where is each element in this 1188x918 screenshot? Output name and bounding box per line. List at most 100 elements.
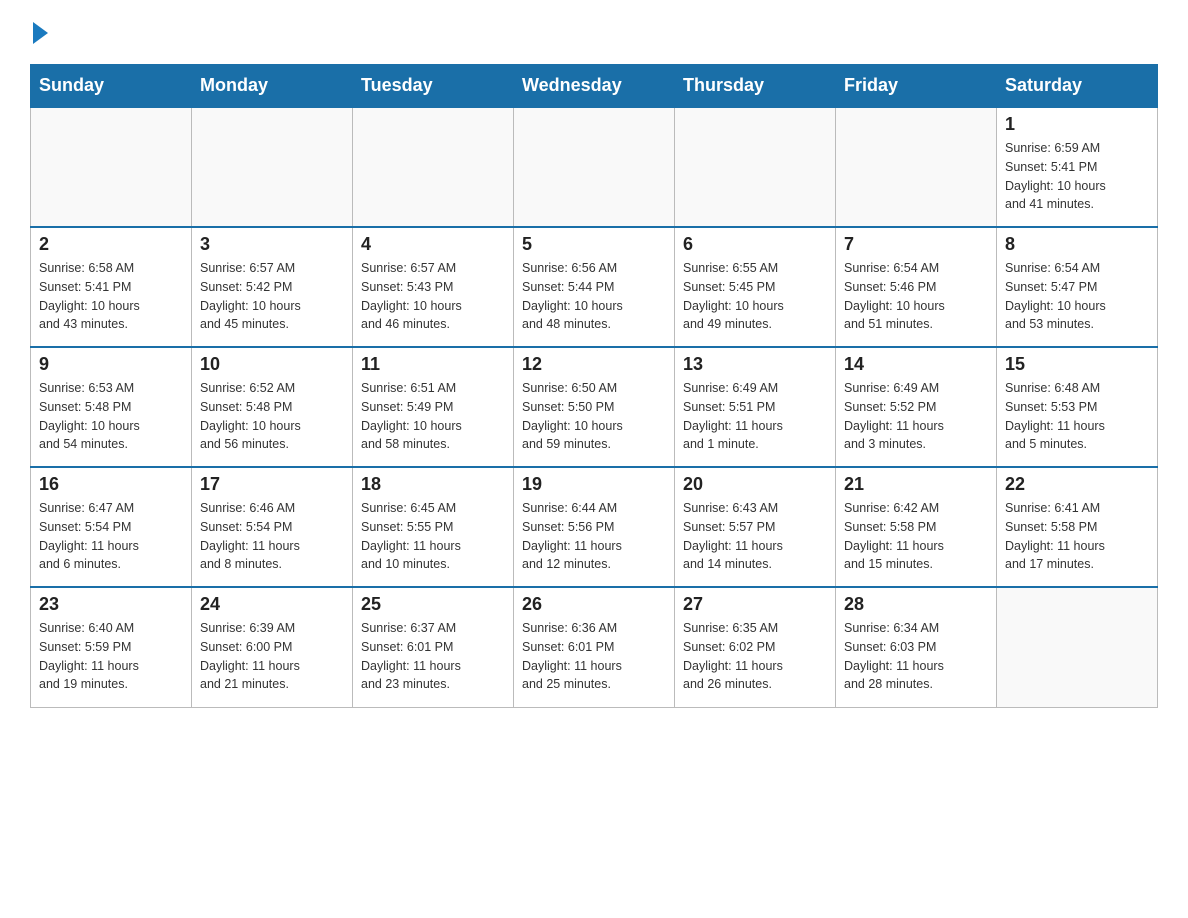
calendar-cell <box>31 107 192 227</box>
calendar-cell: 16 Sunrise: 6:47 AM Sunset: 5:54 PM Dayli… <box>31 467 192 587</box>
day-info: Sunrise: 6:40 AM Sunset: 5:59 PM Dayligh… <box>39 619 183 694</box>
calendar-cell: 1 Sunrise: 6:59 AM Sunset: 5:41 PM Daylig… <box>997 107 1158 227</box>
calendar-cell: 13 Sunrise: 6:49 AM Sunset: 5:51 PM Dayli… <box>675 347 836 467</box>
calendar-week-5: 23Sunrise: 6:40 AM Sunset: 5:59 PM Dayli… <box>31 587 1158 707</box>
day-info: Sunrise: 6:54 AM Sunset: 5:46 PM Dayligh… <box>844 259 988 334</box>
day-number: 5 <box>522 234 666 255</box>
day-info: Sunrise: 6:55 AM Sunset: 5:45 PM Dayligh… <box>683 259 827 334</box>
day-info: Sunrise: 6:57 AM Sunset: 5:43 PM Dayligh… <box>361 259 505 334</box>
logo-arrow-icon <box>33 22 48 44</box>
day-info: Sunrise: 6:53 AM Sunset: 5:48 PM Dayligh… <box>39 379 183 454</box>
weekday-header-row: SundayMondayTuesdayWednesdayThursdayFrid… <box>31 65 1158 108</box>
calendar-cell <box>675 107 836 227</box>
day-number: 12 <box>522 354 666 375</box>
calendar-week-2: 2 Sunrise: 6:58 AM Sunset: 5:41 PM Daylig… <box>31 227 1158 347</box>
day-number: 10 <box>200 354 344 375</box>
calendar-week-1: 1 Sunrise: 6:59 AM Sunset: 5:41 PM Daylig… <box>31 107 1158 227</box>
day-number: 7 <box>844 234 988 255</box>
day-info: Sunrise: 6:35 AM Sunset: 6:02 PM Dayligh… <box>683 619 827 694</box>
day-number: 8 <box>1005 234 1149 255</box>
day-info: Sunrise: 6:52 AM Sunset: 5:48 PM Dayligh… <box>200 379 344 454</box>
calendar-cell: 12 Sunrise: 6:50 AM Sunset: 5:50 PM Dayli… <box>514 347 675 467</box>
day-info: Sunrise: 6:58 AM Sunset: 5:41 PM Dayligh… <box>39 259 183 334</box>
day-number: 2 <box>39 234 183 255</box>
day-number: 26 <box>522 594 666 615</box>
calendar-cell: 21Sunrise: 6:42 AM Sunset: 5:58 PM Dayli… <box>836 467 997 587</box>
day-info: Sunrise: 6:50 AM Sunset: 5:50 PM Dayligh… <box>522 379 666 454</box>
calendar-cell <box>192 107 353 227</box>
calendar-cell: 6 Sunrise: 6:55 AM Sunset: 5:45 PM Daylig… <box>675 227 836 347</box>
day-number: 22 <box>1005 474 1149 495</box>
calendar-week-3: 9 Sunrise: 6:53 AM Sunset: 5:48 PM Daylig… <box>31 347 1158 467</box>
day-number: 1 <box>1005 114 1149 135</box>
calendar-cell: 15 Sunrise: 6:48 AM Sunset: 5:53 PM Dayli… <box>997 347 1158 467</box>
weekday-header-friday: Friday <box>836 65 997 108</box>
calendar-table: SundayMondayTuesdayWednesdayThursdayFrid… <box>30 64 1158 708</box>
calendar-cell: 3Sunrise: 6:57 AM Sunset: 5:42 PM Daylig… <box>192 227 353 347</box>
day-info: Sunrise: 6:54 AM Sunset: 5:47 PM Dayligh… <box>1005 259 1149 334</box>
day-info: Sunrise: 6:46 AM Sunset: 5:54 PM Dayligh… <box>200 499 344 574</box>
calendar-cell: 25 Sunrise: 6:37 AM Sunset: 6:01 PM Dayli… <box>353 587 514 707</box>
weekday-header-thursday: Thursday <box>675 65 836 108</box>
calendar-cell: 4Sunrise: 6:57 AM Sunset: 5:43 PM Daylig… <box>353 227 514 347</box>
day-number: 16 <box>39 474 183 495</box>
day-info: Sunrise: 6:45 AM Sunset: 5:55 PM Dayligh… <box>361 499 505 574</box>
day-number: 27 <box>683 594 827 615</box>
day-number: 14 <box>844 354 988 375</box>
calendar-week-4: 16 Sunrise: 6:47 AM Sunset: 5:54 PM Dayli… <box>31 467 1158 587</box>
weekday-header-wednesday: Wednesday <box>514 65 675 108</box>
day-info: Sunrise: 6:49 AM Sunset: 5:51 PM Dayligh… <box>683 379 827 454</box>
day-info: Sunrise: 6:43 AM Sunset: 5:57 PM Dayligh… <box>683 499 827 574</box>
day-info: Sunrise: 6:49 AM Sunset: 5:52 PM Dayligh… <box>844 379 988 454</box>
day-number: 20 <box>683 474 827 495</box>
calendar-cell: 14 Sunrise: 6:49 AM Sunset: 5:52 PM Dayli… <box>836 347 997 467</box>
weekday-header-sunday: Sunday <box>31 65 192 108</box>
calendar-cell <box>997 587 1158 707</box>
day-info: Sunrise: 6:41 AM Sunset: 5:58 PM Dayligh… <box>1005 499 1149 574</box>
calendar-cell: 11 Sunrise: 6:51 AM Sunset: 5:49 PM Dayli… <box>353 347 514 467</box>
day-info: Sunrise: 6:34 AM Sunset: 6:03 PM Dayligh… <box>844 619 988 694</box>
calendar-cell: 22 Sunrise: 6:41 AM Sunset: 5:58 PM Dayli… <box>997 467 1158 587</box>
day-number: 18 <box>361 474 505 495</box>
calendar-cell: 19 Sunrise: 6:44 AM Sunset: 5:56 PM Dayli… <box>514 467 675 587</box>
day-info: Sunrise: 6:36 AM Sunset: 6:01 PM Dayligh… <box>522 619 666 694</box>
calendar-cell <box>514 107 675 227</box>
page-header <box>30 20 1158 44</box>
day-number: 19 <box>522 474 666 495</box>
calendar-cell: 18 Sunrise: 6:45 AM Sunset: 5:55 PM Dayli… <box>353 467 514 587</box>
calendar-cell: 2 Sunrise: 6:58 AM Sunset: 5:41 PM Daylig… <box>31 227 192 347</box>
calendar-cell: 9 Sunrise: 6:53 AM Sunset: 5:48 PM Daylig… <box>31 347 192 467</box>
weekday-header-monday: Monday <box>192 65 353 108</box>
logo <box>30 20 48 44</box>
day-number: 21 <box>844 474 988 495</box>
day-info: Sunrise: 6:39 AM Sunset: 6:00 PM Dayligh… <box>200 619 344 694</box>
calendar-cell: 7 Sunrise: 6:54 AM Sunset: 5:46 PM Daylig… <box>836 227 997 347</box>
day-number: 11 <box>361 354 505 375</box>
day-number: 25 <box>361 594 505 615</box>
day-info: Sunrise: 6:59 AM Sunset: 5:41 PM Dayligh… <box>1005 139 1149 214</box>
day-number: 24 <box>200 594 344 615</box>
day-info: Sunrise: 6:47 AM Sunset: 5:54 PM Dayligh… <box>39 499 183 574</box>
day-number: 15 <box>1005 354 1149 375</box>
day-number: 9 <box>39 354 183 375</box>
calendar-cell: 5 Sunrise: 6:56 AM Sunset: 5:44 PM Daylig… <box>514 227 675 347</box>
weekday-header-tuesday: Tuesday <box>353 65 514 108</box>
day-number: 28 <box>844 594 988 615</box>
day-number: 6 <box>683 234 827 255</box>
day-info: Sunrise: 6:51 AM Sunset: 5:49 PM Dayligh… <box>361 379 505 454</box>
calendar-cell: 28 Sunrise: 6:34 AM Sunset: 6:03 PM Dayli… <box>836 587 997 707</box>
calendar-cell: 27 Sunrise: 6:35 AM Sunset: 6:02 PM Dayli… <box>675 587 836 707</box>
calendar-cell: 10 Sunrise: 6:52 AM Sunset: 5:48 PM Dayli… <box>192 347 353 467</box>
day-number: 17 <box>200 474 344 495</box>
day-info: Sunrise: 6:44 AM Sunset: 5:56 PM Dayligh… <box>522 499 666 574</box>
day-number: 13 <box>683 354 827 375</box>
day-info: Sunrise: 6:48 AM Sunset: 5:53 PM Dayligh… <box>1005 379 1149 454</box>
calendar-cell: 8 Sunrise: 6:54 AM Sunset: 5:47 PM Daylig… <box>997 227 1158 347</box>
day-info: Sunrise: 6:37 AM Sunset: 6:01 PM Dayligh… <box>361 619 505 694</box>
day-info: Sunrise: 6:56 AM Sunset: 5:44 PM Dayligh… <box>522 259 666 334</box>
calendar-cell: 26 Sunrise: 6:36 AM Sunset: 6:01 PM Dayli… <box>514 587 675 707</box>
day-number: 3 <box>200 234 344 255</box>
calendar-cell: 23Sunrise: 6:40 AM Sunset: 5:59 PM Dayli… <box>31 587 192 707</box>
calendar-cell: 20 Sunrise: 6:43 AM Sunset: 5:57 PM Dayli… <box>675 467 836 587</box>
calendar-cell <box>353 107 514 227</box>
